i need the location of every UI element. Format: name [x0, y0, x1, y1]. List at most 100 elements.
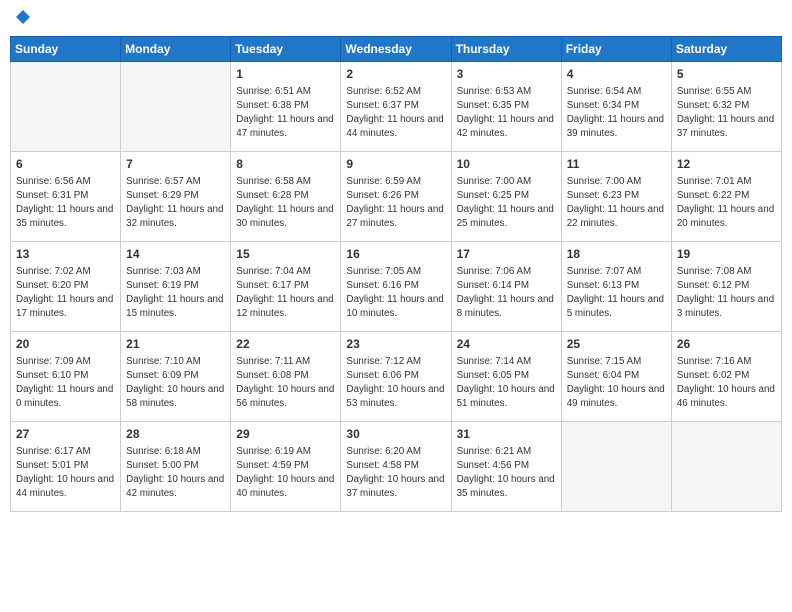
- calendar-week-row: 20 Sunrise: 7:09 AMSunset: 6:10 PMDayligh…: [11, 332, 782, 422]
- day-number: 21: [126, 336, 225, 353]
- day-number: 26: [677, 336, 776, 353]
- day-number: 14: [126, 246, 225, 263]
- calendar-cell: 1 Sunrise: 6:51 AMSunset: 6:38 PMDaylight…: [231, 62, 341, 152]
- day-number: 4: [567, 66, 666, 83]
- calendar-cell: 2 Sunrise: 6:52 AMSunset: 6:37 PMDaylight…: [341, 62, 451, 152]
- calendar-cell: 5 Sunrise: 6:55 AMSunset: 6:32 PMDaylight…: [671, 62, 781, 152]
- day-number: 24: [457, 336, 556, 353]
- day-info: Sunrise: 7:00 AMSunset: 6:23 PMDaylight:…: [567, 175, 666, 232]
- day-number: 30: [346, 426, 445, 443]
- logo-diamond-icon: [16, 10, 30, 28]
- day-info: Sunrise: 7:01 AMSunset: 6:22 PMDaylight:…: [677, 175, 776, 232]
- weekday-header-sunday: Sunday: [11, 37, 121, 62]
- logo: [14, 10, 30, 28]
- weekday-header-friday: Friday: [561, 37, 671, 62]
- day-info: Sunrise: 7:14 AMSunset: 6:05 PMDaylight:…: [457, 355, 556, 412]
- calendar-cell: 12 Sunrise: 7:01 AMSunset: 6:22 PMDayligh…: [671, 152, 781, 242]
- day-info: Sunrise: 7:04 AMSunset: 6:17 PMDaylight:…: [236, 265, 335, 322]
- day-number: 19: [677, 246, 776, 263]
- calendar-cell: 13 Sunrise: 7:02 AMSunset: 6:20 PMDayligh…: [11, 242, 121, 332]
- weekday-header-monday: Monday: [121, 37, 231, 62]
- day-number: 27: [16, 426, 115, 443]
- calendar-cell: 30 Sunrise: 6:20 AMSunset: 4:58 PMDayligh…: [341, 422, 451, 512]
- calendar-cell: 22 Sunrise: 7:11 AMSunset: 6:08 PMDayligh…: [231, 332, 341, 422]
- day-info: Sunrise: 7:09 AMSunset: 6:10 PMDaylight:…: [16, 355, 115, 412]
- day-number: 8: [236, 156, 335, 173]
- day-number: 20: [16, 336, 115, 353]
- calendar-cell: [121, 62, 231, 152]
- day-number: 7: [126, 156, 225, 173]
- day-info: Sunrise: 6:17 AMSunset: 5:01 PMDaylight:…: [16, 445, 115, 502]
- calendar-cell: 18Sunrise: 7:07 AMSunset: 6:13 PMDayligh…: [561, 242, 671, 332]
- day-number: 28: [126, 426, 225, 443]
- day-info: Sunrise: 6:56 AMSunset: 6:31 PMDaylight:…: [16, 175, 115, 232]
- day-info: Sunrise: 6:21 AMSunset: 4:56 PMDaylight:…: [457, 445, 556, 502]
- day-number: 15: [236, 246, 335, 263]
- weekday-header-saturday: Saturday: [671, 37, 781, 62]
- day-number: 13: [16, 246, 115, 263]
- calendar-header-row: SundayMondayTuesdayWednesdayThursdayFrid…: [11, 37, 782, 62]
- calendar-week-row: 27 Sunrise: 6:17 AMSunset: 5:01 PMDayligh…: [11, 422, 782, 512]
- calendar-cell: 16Sunrise: 7:05 AMSunset: 6:16 PMDayligh…: [341, 242, 451, 332]
- calendar-week-row: 6 Sunrise: 6:56 AMSunset: 6:31 PMDaylight…: [11, 152, 782, 242]
- day-number: 6: [16, 156, 115, 173]
- day-info: Sunrise: 7:15 AMSunset: 6:04 PMDaylight:…: [567, 355, 666, 412]
- day-info: Sunrise: 7:12 AMSunset: 6:06 PMDaylight:…: [346, 355, 445, 412]
- day-info: Sunrise: 7:00 AMSunset: 6:25 PMDaylight:…: [457, 175, 556, 232]
- day-info: Sunrise: 7:06 AMSunset: 6:14 PMDaylight:…: [457, 265, 556, 322]
- day-number: 2: [346, 66, 445, 83]
- day-info: Sunrise: 6:54 AMSunset: 6:34 PMDaylight:…: [567, 85, 666, 142]
- calendar-cell: 26Sunrise: 7:16 AMSunset: 6:02 PMDayligh…: [671, 332, 781, 422]
- day-number: 25: [567, 336, 666, 353]
- calendar-cell: 14 Sunrise: 7:03 AMSunset: 6:19 PMDayligh…: [121, 242, 231, 332]
- day-number: 12: [677, 156, 776, 173]
- weekday-header-tuesday: Tuesday: [231, 37, 341, 62]
- day-number: 29: [236, 426, 335, 443]
- day-info: Sunrise: 6:55 AMSunset: 6:32 PMDaylight:…: [677, 85, 776, 142]
- calendar-cell: [11, 62, 121, 152]
- day-number: 18: [567, 246, 666, 263]
- day-info: Sunrise: 6:58 AMSunset: 6:28 PMDaylight:…: [236, 175, 335, 232]
- calendar-cell: 7 Sunrise: 6:57 AMSunset: 6:29 PMDaylight…: [121, 152, 231, 242]
- calendar-cell: 27 Sunrise: 6:17 AMSunset: 5:01 PMDayligh…: [11, 422, 121, 512]
- day-info: Sunrise: 7:02 AMSunset: 6:20 PMDaylight:…: [16, 265, 115, 322]
- day-number: 17: [457, 246, 556, 263]
- calendar-cell: [561, 422, 671, 512]
- day-number: 10: [457, 156, 556, 173]
- calendar-cell: 29 Sunrise: 6:19 AMSunset: 4:59 PMDayligh…: [231, 422, 341, 512]
- day-info: Sunrise: 6:19 AMSunset: 4:59 PMDaylight:…: [236, 445, 335, 502]
- calendar-cell: 31 Sunrise: 6:21 AMSunset: 4:56 PMDayligh…: [451, 422, 561, 512]
- calendar-cell: 19Sunrise: 7:08 AMSunset: 6:12 PMDayligh…: [671, 242, 781, 332]
- day-number: 11: [567, 156, 666, 173]
- calendar-cell: 25 Sunrise: 7:15 AMSunset: 6:04 PMDayligh…: [561, 332, 671, 422]
- day-number: 31: [457, 426, 556, 443]
- calendar-cell: 10 Sunrise: 7:00 AMSunset: 6:25 PMDayligh…: [451, 152, 561, 242]
- day-info: Sunrise: 6:52 AMSunset: 6:37 PMDaylight:…: [346, 85, 445, 142]
- calendar-cell: 23 Sunrise: 7:12 AMSunset: 6:06 PMDayligh…: [341, 332, 451, 422]
- day-number: 5: [677, 66, 776, 83]
- day-info: Sunrise: 6:59 AMSunset: 6:26 PMDaylight:…: [346, 175, 445, 232]
- day-info: Sunrise: 6:51 AMSunset: 6:38 PMDaylight:…: [236, 85, 335, 142]
- day-info: Sunrise: 6:53 AMSunset: 6:35 PMDaylight:…: [457, 85, 556, 142]
- day-info: Sunrise: 6:57 AMSunset: 6:29 PMDaylight:…: [126, 175, 225, 232]
- calendar-cell: 6 Sunrise: 6:56 AMSunset: 6:31 PMDaylight…: [11, 152, 121, 242]
- day-number: 9: [346, 156, 445, 173]
- calendar-cell: 21Sunrise: 7:10 AMSunset: 6:09 PMDayligh…: [121, 332, 231, 422]
- calendar-cell: 9 Sunrise: 6:59 AMSunset: 6:26 PMDaylight…: [341, 152, 451, 242]
- day-info: Sunrise: 7:03 AMSunset: 6:19 PMDaylight:…: [126, 265, 225, 322]
- calendar-cell: [671, 422, 781, 512]
- day-info: Sunrise: 6:20 AMSunset: 4:58 PMDaylight:…: [346, 445, 445, 502]
- day-number: 16: [346, 246, 445, 263]
- day-number: 22: [236, 336, 335, 353]
- day-number: 1: [236, 66, 335, 83]
- weekday-header-thursday: Thursday: [451, 37, 561, 62]
- calendar-cell: 11 Sunrise: 7:00 AMSunset: 6:23 PMDayligh…: [561, 152, 671, 242]
- calendar-cell: 24 Sunrise: 7:14 AMSunset: 6:05 PMDayligh…: [451, 332, 561, 422]
- calendar-cell: 28Sunrise: 6:18 AMSunset: 5:00 PMDayligh…: [121, 422, 231, 512]
- calendar-week-row: 13 Sunrise: 7:02 AMSunset: 6:20 PMDayligh…: [11, 242, 782, 332]
- calendar-cell: 17 Sunrise: 7:06 AMSunset: 6:14 PMDayligh…: [451, 242, 561, 332]
- weekday-header-wednesday: Wednesday: [341, 37, 451, 62]
- calendar-table: SundayMondayTuesdayWednesdayThursdayFrid…: [10, 36, 782, 512]
- day-info: Sunrise: 7:11 AMSunset: 6:08 PMDaylight:…: [236, 355, 335, 412]
- day-number: 23: [346, 336, 445, 353]
